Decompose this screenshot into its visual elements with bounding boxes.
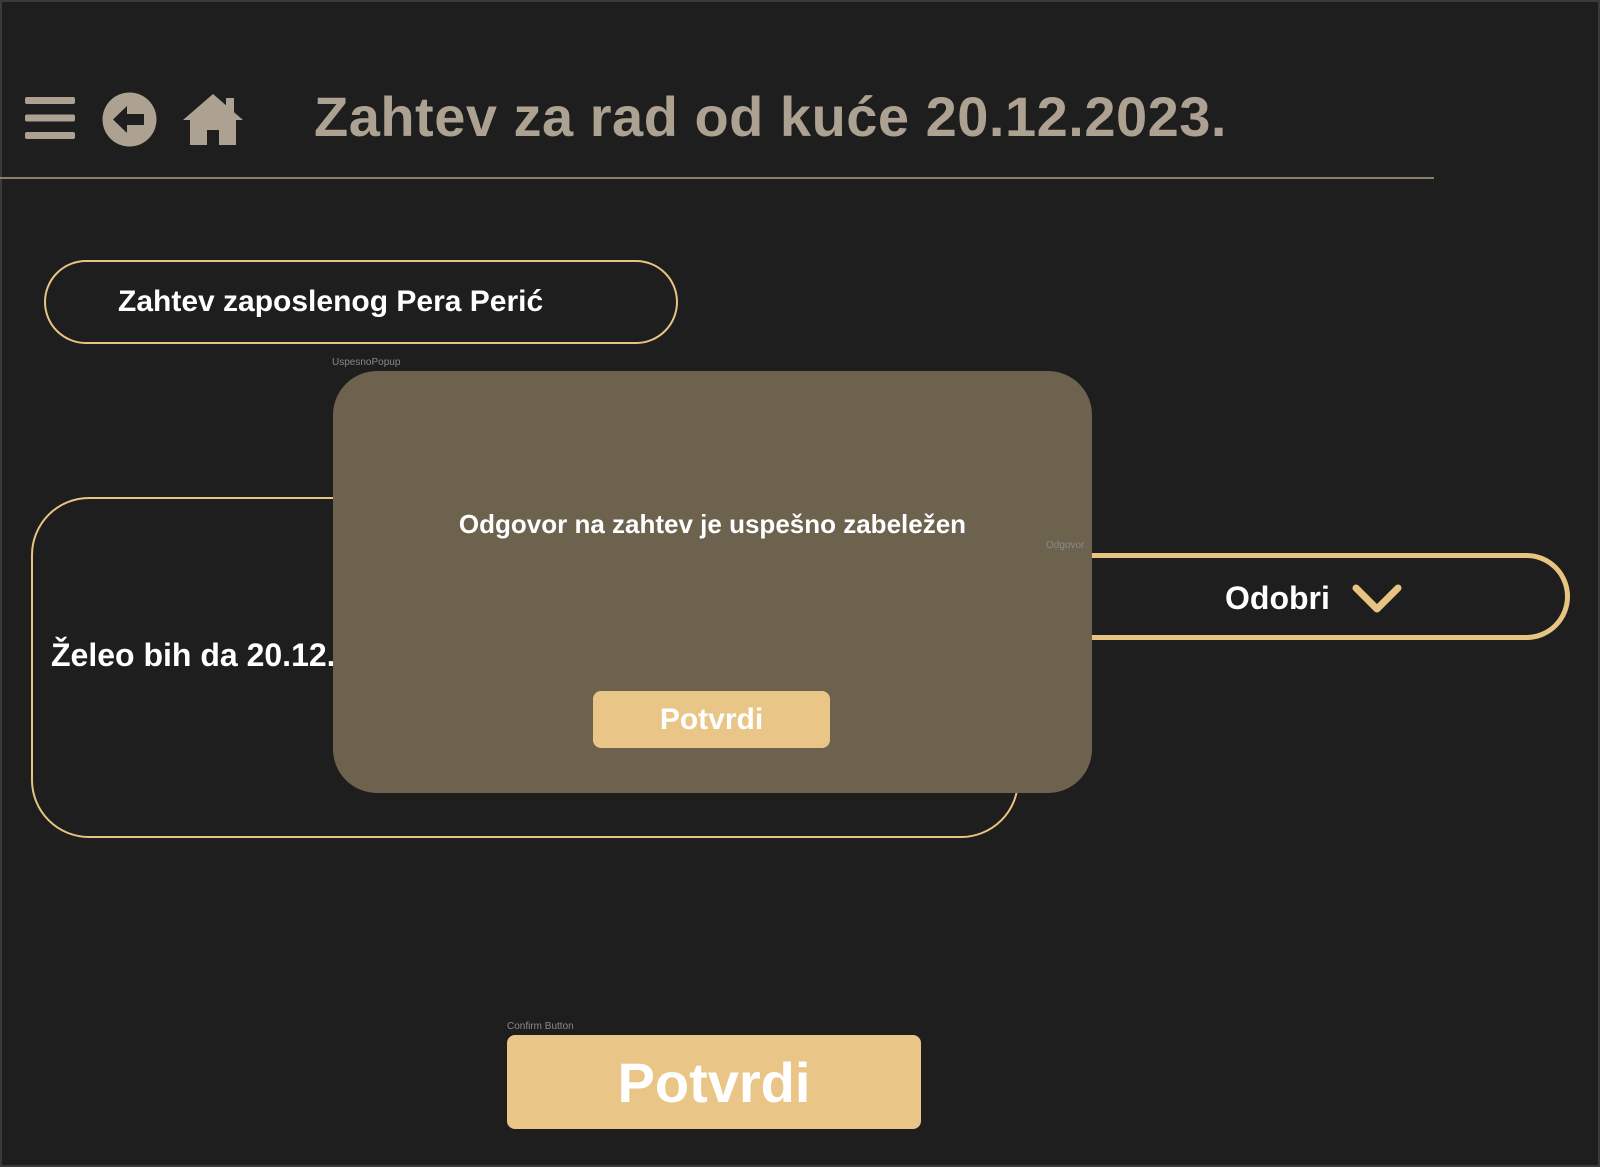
hamburger-menu-icon[interactable] xyxy=(25,95,75,141)
page-title: Zahtev za rad od kuće 20.12.2023. xyxy=(314,85,1227,148)
odgovor-selected-value: Odobri xyxy=(1225,580,1330,616)
header-divider xyxy=(0,177,1434,179)
home-icon[interactable] xyxy=(181,92,245,147)
back-arrow-icon[interactable] xyxy=(102,92,157,147)
odgovor-dropdown[interactable]: Odobri xyxy=(1030,553,1570,640)
confirm-button[interactable]: Potvrdi xyxy=(507,1035,921,1129)
popup-layer-label: UspesnoPopup xyxy=(332,357,401,368)
employee-request-pill: Zahtev zaposlenog Pera Perić xyxy=(44,260,678,344)
confirm-layer-label: Confirm Button xyxy=(507,1021,574,1032)
odgovor-layer-label: Odgovor xyxy=(1046,540,1085,551)
success-popup: Odgovor na zahtev je uspešno zabeležen P… xyxy=(333,371,1092,793)
popup-message: Odgovor na zahtev je uspešno zabeležen xyxy=(458,509,967,539)
chevron-down-icon[interactable] xyxy=(1352,582,1402,616)
request-text: Želeo bih da 20.12. xyxy=(51,637,336,673)
employee-request-label: Zahtev zaposlenog Pera Perić xyxy=(118,285,544,318)
popup-confirm-button[interactable]: Potvrdi xyxy=(593,691,830,748)
